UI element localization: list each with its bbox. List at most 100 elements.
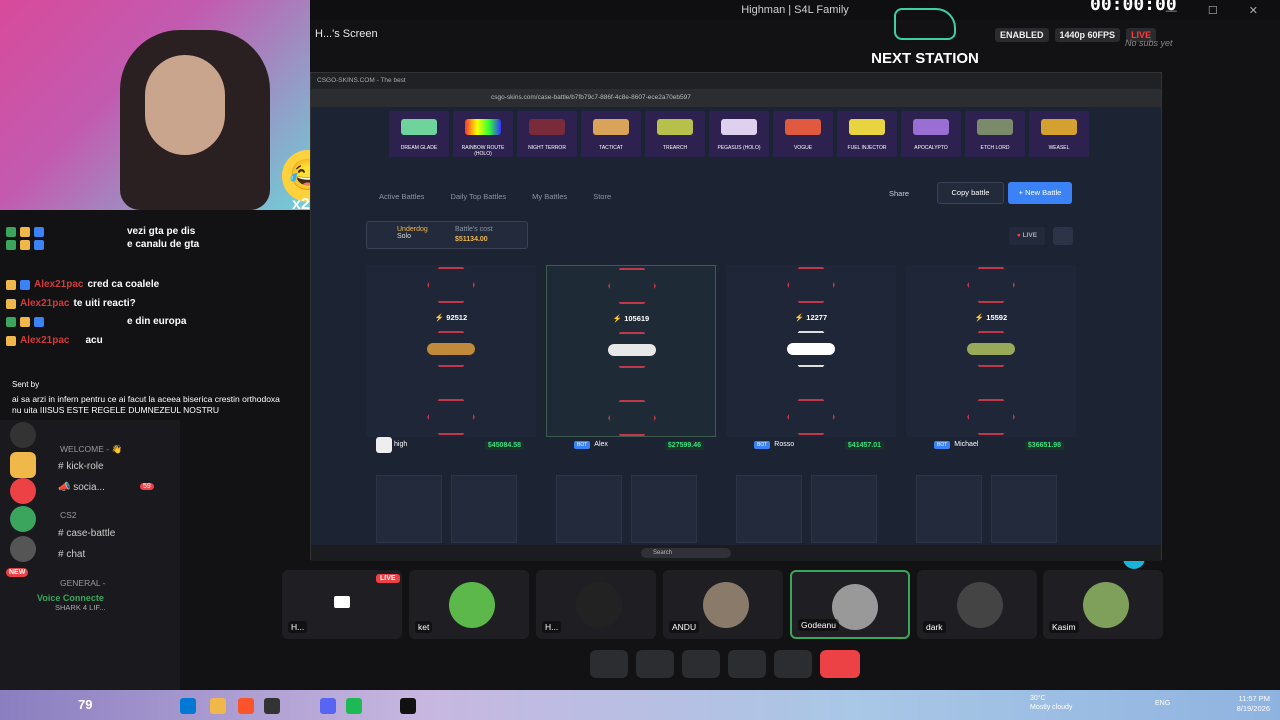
drop-card[interactable]: WEASEL [1029,111,1089,157]
nav-daily-top[interactable]: Daily Top Battles [450,192,506,201]
stream-frame: 😂 x2 Highman | S4L Family — ☐ ✕ 00:00:00… [0,0,1280,720]
item-value: ⚡ 105619 [612,314,650,323]
player-column: ⚡ 92512 [366,265,536,437]
file-explorer-icon[interactable] [210,698,226,714]
microphone-button[interactable] [590,650,628,678]
server-icon[interactable] [10,478,36,504]
player-column: ⚡ 12277 [726,265,896,437]
drop-card[interactable]: VOGUE [773,111,833,157]
nav-store[interactable]: Store [593,192,611,201]
video-tile[interactable]: Godeanu [790,570,910,639]
drop-card[interactable]: APOCALYPTO [901,111,961,157]
window-controls[interactable]: — ☐ ✕ [1166,4,1272,17]
enabled-badge: ENABLED [995,28,1049,42]
badge-icon [6,335,16,346]
cost-value: $51134.00 [455,236,488,243]
camera-button[interactable] [636,650,674,678]
weather-widget[interactable]: 30°C Mostly cloudy [1030,694,1072,712]
won-item-card[interactable] [451,475,517,543]
address-bar[interactable]: csgo-skins.com/case-battle/b7fb79c7-886f… [311,89,1161,107]
more-button[interactable] [774,650,812,678]
copy-battle-button[interactable]: Copy battle [937,182,1004,204]
won-item-card[interactable] [376,475,442,543]
badge-icon [20,226,30,237]
live-toggle[interactable]: ● LIVE [1009,227,1045,245]
avatar [957,582,1003,628]
window-title: Highman | S4L Family [741,4,849,16]
chat-username: Alex21pac [34,279,84,290]
badge-icon [34,316,44,327]
capcut-icon[interactable] [400,698,416,714]
video-tile[interactable]: ANDU [663,570,783,639]
taskbar-search[interactable]: Search [641,548,731,558]
badge-icon [34,226,44,237]
avatar [703,582,749,628]
video-tile[interactable]: ket [409,570,529,639]
category-cs2[interactable]: CS2 [60,510,77,520]
streamer-face [145,55,225,155]
player-name-text: Michael [954,441,979,448]
server-icon[interactable] [10,536,36,562]
channel-social[interactable]: 📣 socia... [58,482,105,493]
tile-name: ket [415,621,433,633]
share-button[interactable]: Share [889,189,909,198]
clock-date: 8/19/2026 [1236,704,1270,713]
nav-my-battles[interactable]: My Battles [532,192,567,201]
url-text[interactable]: csgo-skins.com/case-battle/b7fb79c7-886f… [491,94,691,101]
tile-name: ANDU [669,621,700,633]
highlighted-message: ai sa arzi in infern pentru ce ai facut … [12,394,280,415]
item-hex [427,399,475,435]
chat-line: Alex21pac cred ca coalele [6,279,159,290]
nav-active-battles[interactable]: Active Battles [379,192,424,201]
language-indicator[interactable]: ENG [1155,700,1170,707]
won-item-card[interactable] [631,475,697,543]
drop-card[interactable]: DREAM GLADE [389,111,449,157]
windows-start-icon[interactable] [180,698,196,714]
activities-button[interactable] [728,650,766,678]
browser-tab[interactable]: CSGO-SKINS.COM - The best [317,77,406,84]
leave-call-button[interactable] [820,650,860,678]
category-welcome[interactable]: WELCOME - 👋 [60,444,122,455]
badge-icon [34,239,44,250]
browser-tab-bar: CSGO-SKINS.COM - The best [311,73,1161,89]
screen-share-button[interactable] [682,650,720,678]
discord-icon[interactable] [320,698,336,714]
sound-icon[interactable] [1053,227,1073,245]
clock-time: 11:57 PM [1238,694,1270,703]
won-item-card[interactable] [736,475,802,543]
won-item-card[interactable] [916,475,982,543]
server-icon[interactable] [10,506,36,532]
new-battle-button[interactable]: + New Battle [1008,182,1072,204]
app-icon[interactable] [264,698,280,714]
brave-icon[interactable] [238,698,254,714]
drop-card[interactable]: TREARCH [645,111,705,157]
spotify-icon[interactable] [346,698,362,714]
system-clock[interactable]: 11:57 PM 8/19/2026 [1237,694,1270,714]
drop-card[interactable]: PEGASUS (HOLO) [709,111,769,157]
stream-timer: 00:00:00 [1090,0,1177,15]
won-item-card[interactable] [811,475,877,543]
won-item-card[interactable] [991,475,1057,543]
drop-card[interactable]: NIGHT TERROR [517,111,577,157]
channel-case-battle[interactable]: # case-battle [58,528,115,539]
won-item-card[interactable] [556,475,622,543]
channel-label: kick-role [66,461,104,472]
player-name-text: Rosso [774,441,795,448]
item-value: ⚡ 15592 [974,313,1008,322]
category-general[interactable]: GENERAL - [60,578,106,588]
drop-card[interactable]: RAINBOW ROUTE (HOLO) [453,111,513,157]
server-icon[interactable] [10,422,36,448]
item-hex [787,399,835,435]
drop-card[interactable]: TACTICAT [581,111,641,157]
folder-icon[interactable] [10,452,36,478]
drop-card[interactable]: FUEL INJECTOR [837,111,897,157]
remote-taskbar: Search [311,545,1161,561]
cost-label: Battle's cost [455,226,493,233]
video-tile[interactable]: Kasim [1043,570,1163,639]
video-tile[interactable]: H... [536,570,656,639]
video-tile[interactable]: dark [917,570,1037,639]
channel-chat[interactable]: # chat [58,549,85,560]
channel-kick-role[interactable]: # kick-role [58,461,104,472]
player-amount: $36651.98 [1024,441,1064,450]
drop-card[interactable]: ETCH LORD [965,111,1025,157]
